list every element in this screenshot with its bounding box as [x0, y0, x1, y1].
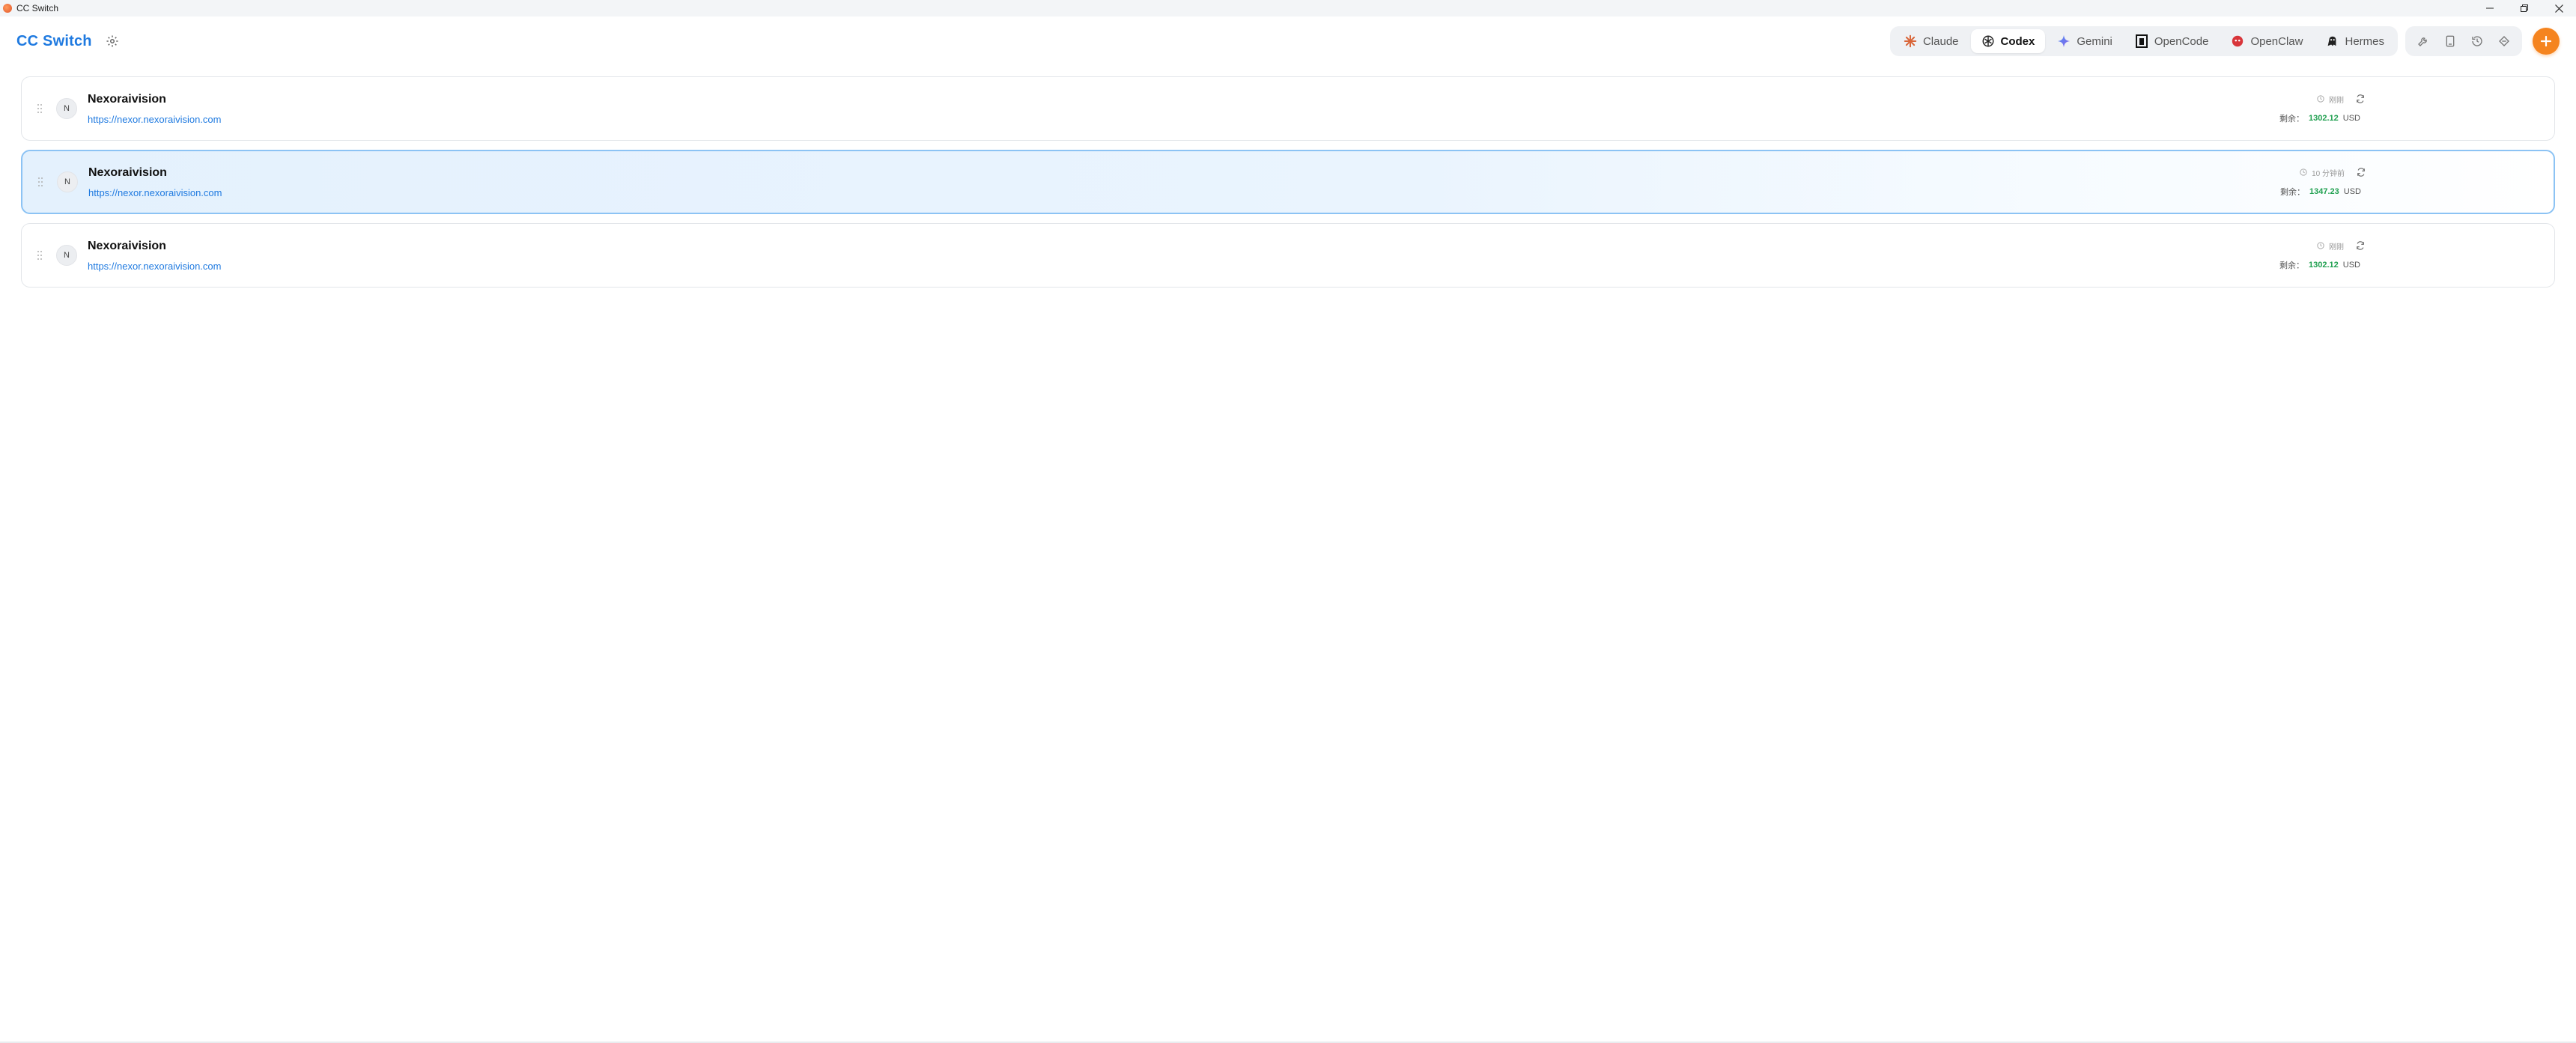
- updated-time: 10 分钟前: [2312, 169, 2345, 178]
- device-icon[interactable]: [2438, 29, 2462, 53]
- history-icon[interactable]: [2465, 29, 2489, 53]
- app-icon: [3, 4, 12, 13]
- provider-card[interactable]: N Nexoraivision https://nexor.nexoraivis…: [21, 76, 2555, 141]
- brand-title: CC Switch: [16, 32, 92, 49]
- provider-card[interactable]: N Nexoraivision https://nexor.nexoraivis…: [21, 223, 2555, 288]
- tab-label: Claude: [1922, 34, 1959, 48]
- provider-name: Nexoraivision: [88, 165, 167, 179]
- provider-name: Nexoraivision: [88, 239, 166, 252]
- balance-label: 剩余：: [2279, 114, 2304, 124]
- provider-url[interactable]: https://nexor.nexoraivision.com: [88, 261, 221, 272]
- restore-button[interactable]: [2507, 0, 2542, 16]
- refresh-icon[interactable]: [2357, 168, 2366, 177]
- tab-label: OpenCode: [2154, 34, 2209, 48]
- tab-opencode[interactable]: OpenCode: [2124, 29, 2220, 53]
- toolbar: [2405, 26, 2522, 56]
- settings-gear-icon[interactable]: [106, 34, 119, 48]
- tab-hermes[interactable]: Hermes: [2315, 29, 2395, 53]
- provider-url[interactable]: https://nexor.nexoraivision.com: [88, 187, 222, 198]
- tab-label: Codex: [2000, 34, 2035, 48]
- add-provider-button[interactable]: [2533, 28, 2560, 55]
- provider-list: N Nexoraivision https://nexor.nexoraivis…: [0, 66, 2576, 288]
- gemini-icon: [2057, 34, 2071, 48]
- currency: USD: [2343, 186, 2361, 196]
- app-tabs: Claude Codex Gemini OpenCode OpenClaw He…: [1889, 26, 2398, 56]
- tab-gemini[interactable]: Gemini: [2047, 29, 2123, 53]
- provider-card-active[interactable]: N Nexoraivision https://nexor.nexoraivis…: [21, 150, 2555, 214]
- clock-icon: [2300, 168, 2307, 176]
- tab-label: Hermes: [2345, 34, 2384, 48]
- usage-meta: 10 分钟前 剩余： 1347.23 USD: [2280, 151, 2370, 213]
- window-title: CC Switch: [16, 3, 59, 13]
- minimize-button[interactable]: [2473, 0, 2507, 16]
- updated-time: 刚刚: [2329, 96, 2344, 105]
- balance-value: 1347.23: [2309, 186, 2339, 196]
- tab-codex[interactable]: Codex: [1970, 29, 2046, 53]
- provider-name: Nexoraivision: [88, 92, 166, 106]
- tab-label: Gemini: [2077, 34, 2112, 48]
- refresh-icon[interactable]: [2356, 241, 2365, 250]
- balance-value: 1302.12: [2309, 260, 2339, 270]
- drag-handle-icon[interactable]: [37, 177, 48, 187]
- window-titlebar: CC Switch: [0, 0, 2576, 16]
- tab-openclaw[interactable]: OpenClaw: [2220, 29, 2313, 53]
- updated-time: 刚刚: [2329, 243, 2344, 252]
- avatar: N: [57, 171, 78, 192]
- avatar: N: [56, 245, 77, 266]
- avatar: N: [56, 98, 77, 119]
- sync-icon[interactable]: [2492, 29, 2516, 53]
- drag-handle-icon[interactable]: [37, 103, 47, 114]
- currency: USD: [2342, 260, 2360, 270]
- claude-icon: [1904, 34, 1917, 48]
- hermes-icon: [2325, 34, 2339, 48]
- tab-claude[interactable]: Claude: [1893, 29, 1969, 53]
- openclaw-icon: [2231, 34, 2244, 48]
- provider-url[interactable]: https://nexor.nexoraivision.com: [88, 114, 221, 125]
- balance-value: 1302.12: [2309, 113, 2339, 123]
- usage-meta: 刚刚 剩余： 1302.12 USD: [2279, 224, 2369, 287]
- clock-icon: [2317, 242, 2324, 249]
- balance-label: 剩余：: [2280, 187, 2305, 197]
- plus-icon: [2540, 35, 2552, 47]
- usage-meta: 刚刚 剩余： 1302.12 USD: [2279, 77, 2369, 140]
- refresh-icon[interactable]: [2356, 94, 2365, 103]
- close-button[interactable]: [2542, 0, 2576, 16]
- tab-label: OpenClaw: [2250, 34, 2303, 48]
- app-header: CC Switch Claude Codex Gemini OpenCode O…: [0, 16, 2576, 66]
- balance-label: 剩余：: [2279, 261, 2304, 270]
- codex-icon: [1981, 34, 1995, 48]
- currency: USD: [2342, 113, 2360, 123]
- clock-icon: [2317, 95, 2324, 103]
- wrench-icon[interactable]: [2411, 29, 2435, 53]
- opencode-icon: [2135, 34, 2148, 48]
- drag-handle-icon[interactable]: [37, 250, 47, 261]
